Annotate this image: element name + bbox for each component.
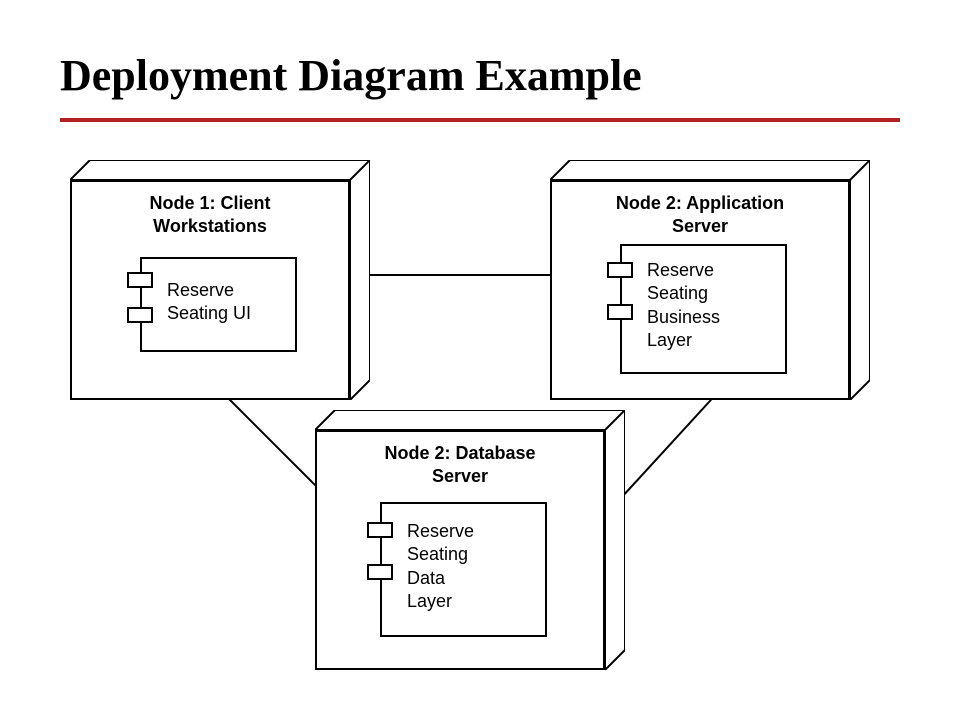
node-client-title-line2: Workstations <box>153 216 267 236</box>
node-client-title-line1: Node 1: Client <box>149 193 270 213</box>
component-data-layer: Reserve Seating Data Layer <box>367 502 547 637</box>
component-reserve-seating-ui: Reserve Seating UI <box>127 257 297 352</box>
node-app-title-line2: Server <box>672 216 728 236</box>
component-business-layer-label: Reserve Seating Business Layer <box>647 259 720 353</box>
component-reserve-seating-ui-label: Reserve Seating UI <box>167 279 251 326</box>
node-db-title-line2: Server <box>432 466 488 486</box>
slide: Deployment Diagram Example Node 1: Clien… <box>0 0 960 720</box>
node-database-server: Node 2: Database Server Reserve Seating … <box>315 410 625 670</box>
node-application-server: Node 2: Application Server Reserve Seati… <box>550 160 870 400</box>
node-db-title-line1: Node 2: Database <box>384 443 535 463</box>
node-client-title: Node 1: Client Workstations <box>72 192 348 237</box>
node-app-title: Node 2: Application Server <box>552 192 848 237</box>
component-business-layer: Reserve Seating Business Layer <box>607 244 787 374</box>
node-db-title: Node 2: Database Server <box>317 442 603 487</box>
component-data-layer-label: Reserve Seating Data Layer <box>407 520 474 614</box>
node-client-workstations: Node 1: Client Workstations Reserve Seat… <box>70 160 370 400</box>
node-app-title-line1: Node 2: Application <box>616 193 784 213</box>
